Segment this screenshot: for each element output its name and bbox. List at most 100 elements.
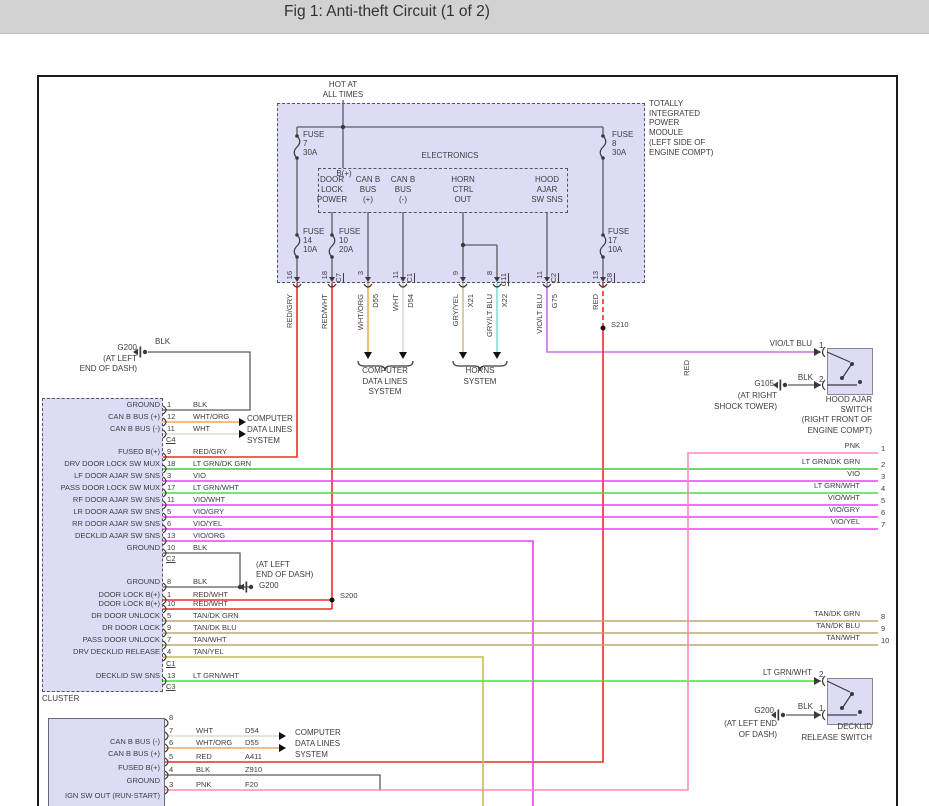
cluster-row-pin: 9 [167,447,172,456]
cluster-row-pin: 18 [167,459,176,468]
splice-dot [329,597,335,603]
tipm-exit-wire-color: GRY/YEL [451,294,460,327]
cluster-row-pin: 13 [167,531,176,540]
module2-row-pin: 4 [169,765,174,774]
edge-pin-number: 7 [881,520,886,529]
cluster-row-wire-color: WHT/ORG [193,412,230,421]
tipm-exit-connector: C2 [549,273,558,283]
cluster-row-label: DECKLID SW SNS [95,671,160,680]
cluster-row-label: LR DOOR AJAR SW SNS [73,507,160,516]
cluster-row-wire-color: RED/WHT [193,599,228,608]
module2-row-label: CAN B BUS (+) [108,749,160,758]
arrow-right-icon [239,418,246,426]
cluster-row-wire-color: LT GRN/WHT [193,671,239,680]
module2-row-label: CAN B BUS (-) [109,737,160,746]
decklid-pin-top: 2 [819,670,824,679]
pin-hood-ajar-sw-sns: HOOD AJAR SW SNS [531,175,563,204]
tipm-exit-circuit: G75 [550,294,559,309]
edge-pin-number: 8 [881,612,886,621]
connector-c2: C2 [166,554,176,563]
cluster-row-label: LF DOOR AJAR SW SNS [74,471,160,480]
cluster-row-pin: 7 [167,635,172,644]
cluster-row-pin: 12 [167,412,176,421]
cluster-row-wire-color: LT GRN/DK GRN [193,459,252,468]
tipm-exit-connector: C7 [334,273,343,283]
g200-mid-loc: (AT LEFT END OF DASH) [256,560,314,579]
cluster-row-label: CAN B BUS (+) [108,412,160,421]
hood-pin2: 2 [819,375,824,384]
edge-wire-color-label: VIO/YEL [830,517,860,526]
cluster-row-wire-color: BLK [193,577,208,586]
module2-row-circuit: F20 [245,780,258,789]
pin-canb-minus: CAN B BUS (-) [390,175,416,204]
wiring-diagram-page: Fig 1: Anti-theft Circuit (1 of 2) HOT A… [0,0,929,806]
module2-row-circuit: Z910 [245,765,263,774]
arrow-down-icon [493,352,501,359]
splice-s200-label: S200 [340,591,358,600]
ground-icon [139,346,142,358]
cluster-row-wire-color: RED/GRY [193,447,228,456]
module2-row-wire-color: WHT [196,726,214,735]
fuse-icon [599,234,607,258]
tipm-exit-wire-color: VIO/LT BLU [535,294,544,334]
cluster-row-pin: 6 [167,519,172,528]
fuse-icon [599,135,607,159]
cluster-name-label: CLUSTER [42,694,80,703]
tipm-exit-wire-color: GRY/LT BLU [485,294,494,337]
ground-icon [142,349,148,355]
fuse8-label: FUSE 8 30A [612,130,634,157]
hot-at-all-times-label: HOT AT ALL TIMES [322,80,364,99]
edge-wire-color-label: LT GRN/DK GRN [801,457,860,466]
cluster-row-pin: 4 [167,647,172,656]
tipm-name-label: TOTALLY INTEGRATED POWER MODULE (LEFT SI… [649,99,714,157]
pin-bracket-icon [164,718,169,728]
cluster-row-label: DR DOOR UNLOCK [91,611,160,620]
junction-dot [460,242,466,248]
exit-arrow-icon [460,277,466,282]
fuse17-label: FUSE 17 10A [608,227,630,254]
module2-row-pin: 5 [169,752,174,761]
decklid-switch-name: DECKLID RELEASE SWITCH [801,722,872,742]
fuse-icon [293,234,301,258]
edge-pin-number: 6 [881,508,886,517]
module2-row-wire-color: WHT/ORG [196,738,233,747]
computer-system-module2: COMPUTER DATA LINES SYSTEM [295,728,341,759]
cluster-row-label: DRV DECKLID RELEASE [73,647,160,656]
cluster-row-pin: 5 [167,507,172,516]
edge-wire-color-label: VIO/GRY [828,505,860,514]
cluster-row-label: DRV DOOR LOCK SW MUX [64,459,160,468]
tipm-exit-wire-color: RED/WHT [320,294,329,329]
module2-row-circuit: D54 [245,726,259,735]
edge-wire-color-label: TAN/WHT [826,633,860,642]
g105-name: G105 [754,379,774,388]
tipm-exit-wire-color: WHT/ORG [356,294,365,331]
cluster-row-label: DECKLID AJAR SW SNS [74,531,160,540]
edge-pin-number: 10 [881,636,890,645]
cluster-row-wire-color: TAN/DK GRN [193,611,239,620]
hood-switch-name: HOOD AJAR SWITCH (RIGHT FRONT OF ENGINE … [801,395,872,435]
ground-icon [245,581,248,593]
computer-system-top: COMPUTER DATA LINES SYSTEM [362,366,408,396]
tipm-exit-circuit: D54 [406,294,415,308]
cluster-row-wire-color: VIO/YEL [193,519,223,528]
tipm-exit-wire-color: RED [591,294,600,310]
cluster-row-pin: 8 [167,577,172,586]
horns-system: HORNS SYSTEM [463,366,497,386]
junction-dot [237,584,243,590]
tipm-exit-pin: 16 [285,271,294,280]
hood-pin1: 1 [819,341,824,350]
fuse-icon [293,135,301,159]
cluster-row-pin: 17 [167,483,176,492]
cluster-row-wire-color: TAN/WHT [193,635,227,644]
edge-wire-color-label: TAN/DK BLU [816,621,860,630]
cluster-row-label: RR DOOR AJAR SW SNS [72,519,160,528]
junction-dot [340,124,346,130]
edge-pin-number: 5 [881,496,886,505]
connector-c1: C1 [166,659,176,668]
cluster-row-pin: 3 [167,471,172,480]
tipm-exit-connector: C1 [405,273,414,283]
arrow-right-icon [239,430,246,438]
tipm-exit-pin: 13 [591,271,600,280]
hood-switch-symbol [826,351,862,386]
module2-row-label: IGN SW OUT (RUN-START) [65,791,160,800]
